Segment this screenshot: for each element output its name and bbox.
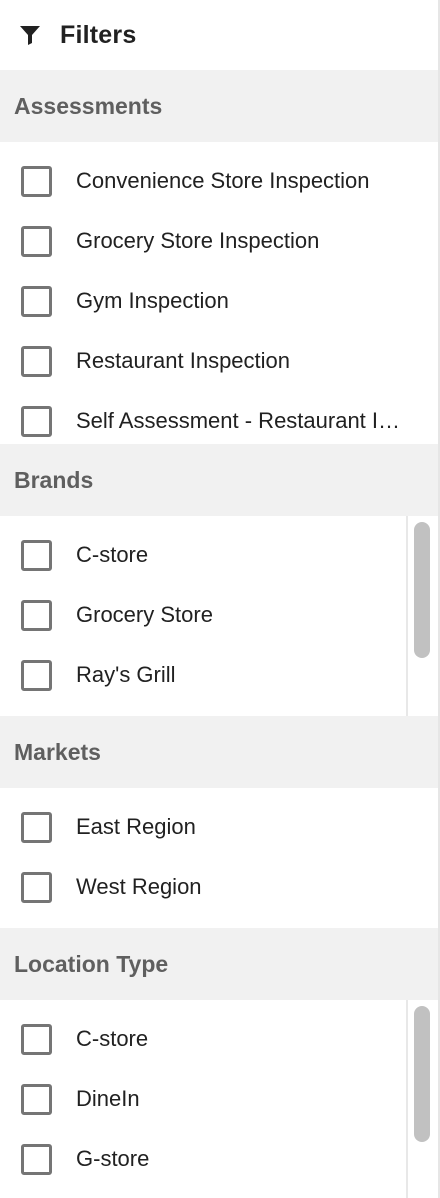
option-label: Ray's Grill	[76, 662, 176, 687]
checkbox[interactable]	[21, 165, 52, 197]
scrollbar-thumb[interactable]	[414, 1006, 430, 1142]
section-list-brands[interactable]: C-store Grocery Store Ray's Grill	[0, 516, 438, 716]
filter-option-grocery-store[interactable]: Grocery Store	[0, 585, 438, 645]
option-label: Gym Inspection	[76, 288, 229, 313]
filter-option-convenience-store-inspection[interactable]: Convenience Store Inspection	[0, 151, 438, 211]
section-list-location-type[interactable]: C-store DineIn G-store	[0, 1000, 438, 1198]
filter-option-east-region[interactable]: East Region	[0, 797, 438, 857]
option-label: C-store	[76, 1026, 149, 1051]
filters-panel: Filters Assessments Convenience Store In…	[0, 0, 440, 1198]
filter-option-rays-grill[interactable]: Ray's Grill	[0, 645, 438, 705]
section-header-assessments: Assessments	[0, 70, 438, 142]
filter-option-dinein[interactable]: DineIn	[0, 1069, 438, 1129]
section-header-location-type: Location Type	[0, 928, 438, 1000]
checkbox[interactable]	[21, 345, 52, 377]
checkbox[interactable]	[21, 1083, 52, 1115]
option-label: DineIn	[76, 1086, 140, 1111]
filters-header: Filters	[0, 0, 438, 70]
checkbox[interactable]	[21, 405, 52, 437]
section-list-markets[interactable]: East Region West Region	[0, 788, 438, 928]
filters-title: Filters	[60, 20, 137, 49]
filter-option-c-store[interactable]: C-store	[0, 1009, 438, 1069]
option-label: C-store	[76, 542, 149, 567]
scrollbar-track	[406, 516, 408, 716]
checkbox[interactable]	[21, 811, 52, 843]
section-header-brands: Brands	[0, 444, 438, 516]
filter-funnel-icon	[18, 23, 42, 47]
filter-option-restaurant-inspection[interactable]: Restaurant Inspection	[0, 331, 438, 391]
checkbox[interactable]	[21, 659, 52, 691]
filter-option-g-store[interactable]: G-store	[0, 1129, 438, 1189]
checkbox[interactable]	[21, 1143, 52, 1175]
option-label: G-store	[76, 1146, 150, 1171]
checkbox[interactable]	[21, 871, 52, 903]
option-label: East Region	[76, 814, 196, 839]
scrollbar-track	[406, 1000, 408, 1198]
option-label: Grocery Store Inspection	[76, 228, 320, 253]
filter-option-grocery-store-inspection[interactable]: Grocery Store Inspection	[0, 211, 438, 271]
section-list-assessments[interactable]: Convenience Store Inspection Grocery Sto…	[0, 142, 438, 444]
checkbox[interactable]	[21, 599, 52, 631]
option-label: Restaurant Inspection	[76, 348, 291, 373]
filter-option-self-assessment-restaurant[interactable]: Self Assessment - Restaurant Inspection	[0, 391, 438, 444]
section-header-markets: Markets	[0, 716, 438, 788]
filter-option-gym-inspection[interactable]: Gym Inspection	[0, 271, 438, 331]
checkbox[interactable]	[21, 539, 52, 571]
scrollbar-thumb[interactable]	[414, 522, 430, 658]
checkbox[interactable]	[21, 1023, 52, 1055]
filter-option-c-store[interactable]: C-store	[0, 525, 438, 585]
option-label: Grocery Store	[76, 602, 213, 627]
filter-option-west-region[interactable]: West Region	[0, 857, 438, 917]
checkbox[interactable]	[21, 225, 52, 257]
option-label: Self Assessment - Restaurant Inspection	[76, 408, 408, 433]
option-label: Convenience Store Inspection	[76, 168, 370, 193]
option-label: West Region	[76, 874, 202, 899]
checkbox[interactable]	[21, 285, 52, 317]
